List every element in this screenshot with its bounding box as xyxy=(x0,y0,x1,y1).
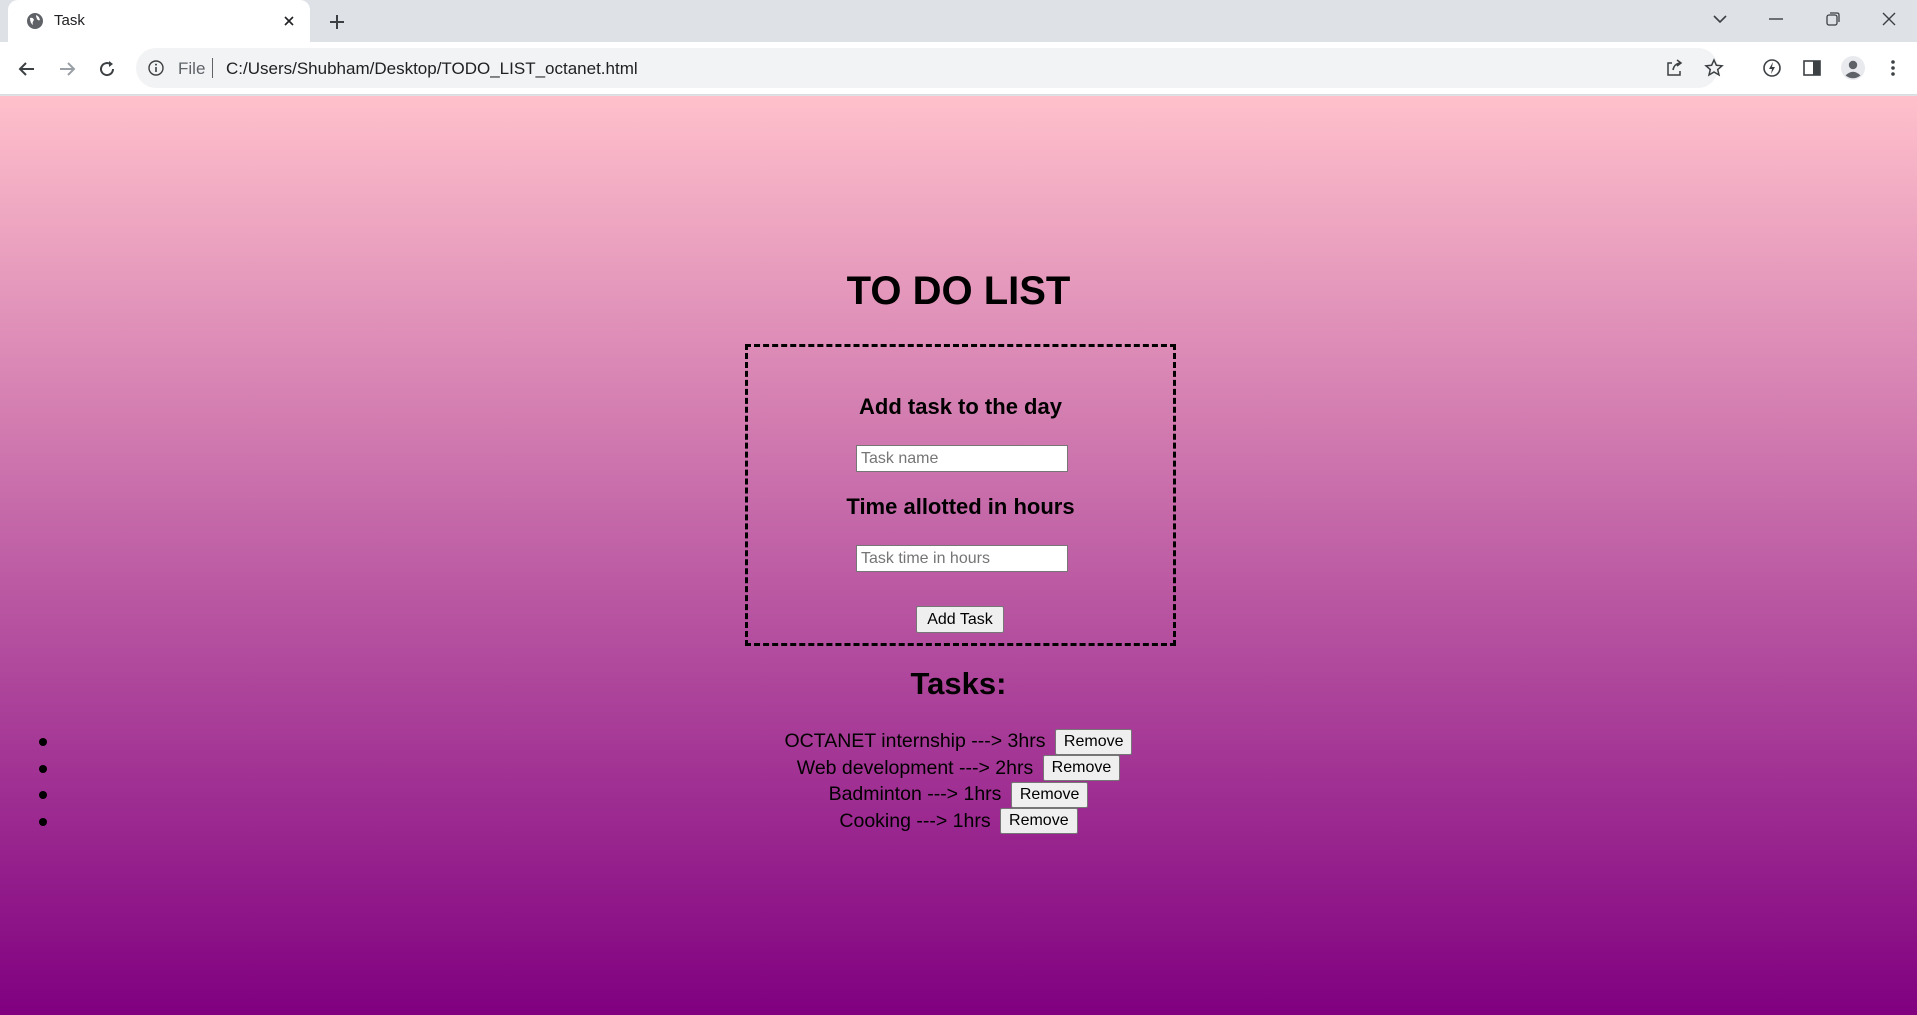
bullet xyxy=(39,791,47,799)
restore-icon[interactable] xyxy=(1805,0,1861,38)
profile-avatar-icon[interactable] xyxy=(1840,55,1866,81)
performance-icon[interactable] xyxy=(1759,55,1785,81)
side-panel-icon[interactable] xyxy=(1799,55,1825,81)
bullet xyxy=(39,764,47,773)
info-icon[interactable] xyxy=(148,60,164,76)
task-text: Badminton ---> 1hrs xyxy=(828,783,1002,805)
bookmark-star-icon[interactable] xyxy=(1704,58,1724,78)
share-icon[interactable] xyxy=(1664,58,1684,78)
page-title: TO DO LIST xyxy=(846,269,1071,313)
browser-toolbar: File C:/Users/Shubham/Desktop/TODO_LIST_… xyxy=(0,42,1917,95)
task-text: Cooking ---> 1hrs xyxy=(839,809,991,832)
task-text: Web development ---> 2hrs xyxy=(796,756,1034,779)
browser-tab[interactable]: Task xyxy=(8,0,310,42)
close-tab-icon[interactable] xyxy=(278,10,300,32)
globe-icon xyxy=(26,12,44,30)
task-name-input[interactable] xyxy=(856,445,1068,472)
task-text: OCTANET internship ---> 3hrs xyxy=(784,730,1046,752)
forward-icon[interactable] xyxy=(51,53,83,85)
bullet xyxy=(39,817,47,826)
task-list: OCTANET internship ---> 3hrs Remove Web … xyxy=(0,728,1917,835)
task-name-label: Add task to the day xyxy=(859,394,1062,419)
tab-strip: Task xyxy=(0,0,1917,42)
menu-kebab-icon[interactable] xyxy=(1880,55,1906,81)
reload-icon[interactable] xyxy=(91,53,123,85)
close-window-icon[interactable] xyxy=(1861,0,1917,38)
task-item: Badminton ---> 1hrs Remove xyxy=(0,781,1917,808)
tasks-heading: Tasks: xyxy=(910,666,1007,701)
add-task-button[interactable]: Add Task xyxy=(916,606,1004,633)
remove-task-button[interactable]: Remove xyxy=(1042,755,1121,782)
minimize-icon[interactable] xyxy=(1748,0,1804,38)
task-time-label: Time allotted in hours xyxy=(846,494,1075,519)
address-bar[interactable]: File C:/Users/Shubham/Desktop/TODO_LIST_… xyxy=(136,48,1724,88)
task-item: Cooking ---> 1hrs Remove xyxy=(0,808,1917,835)
add-task-form: Add task to the day Time allotted in hou… xyxy=(745,344,1176,646)
back-icon[interactable] xyxy=(11,53,43,85)
bullet xyxy=(39,738,47,746)
new-tab-icon[interactable] xyxy=(324,9,350,35)
address-scheme: File xyxy=(178,59,206,78)
remove-task-button[interactable]: Remove xyxy=(1010,781,1089,808)
task-item: Web development ---> 2hrs Remove xyxy=(0,755,1917,782)
tab-title: Task xyxy=(54,12,85,29)
tab-search-icon[interactable] xyxy=(1692,0,1748,38)
address-separator xyxy=(212,58,213,78)
task-time-input[interactable] xyxy=(856,545,1068,572)
task-item: OCTANET internship ---> 3hrs Remove xyxy=(0,728,1917,755)
remove-task-button[interactable]: Remove xyxy=(1000,808,1078,835)
address-url[interactable]: C:/Users/Shubham/Desktop/TODO_LIST_octan… xyxy=(226,59,638,79)
page-viewport: TO DO LIST Add task to the day Time allo… xyxy=(0,96,1917,1015)
remove-task-button[interactable]: Remove xyxy=(1054,728,1133,755)
